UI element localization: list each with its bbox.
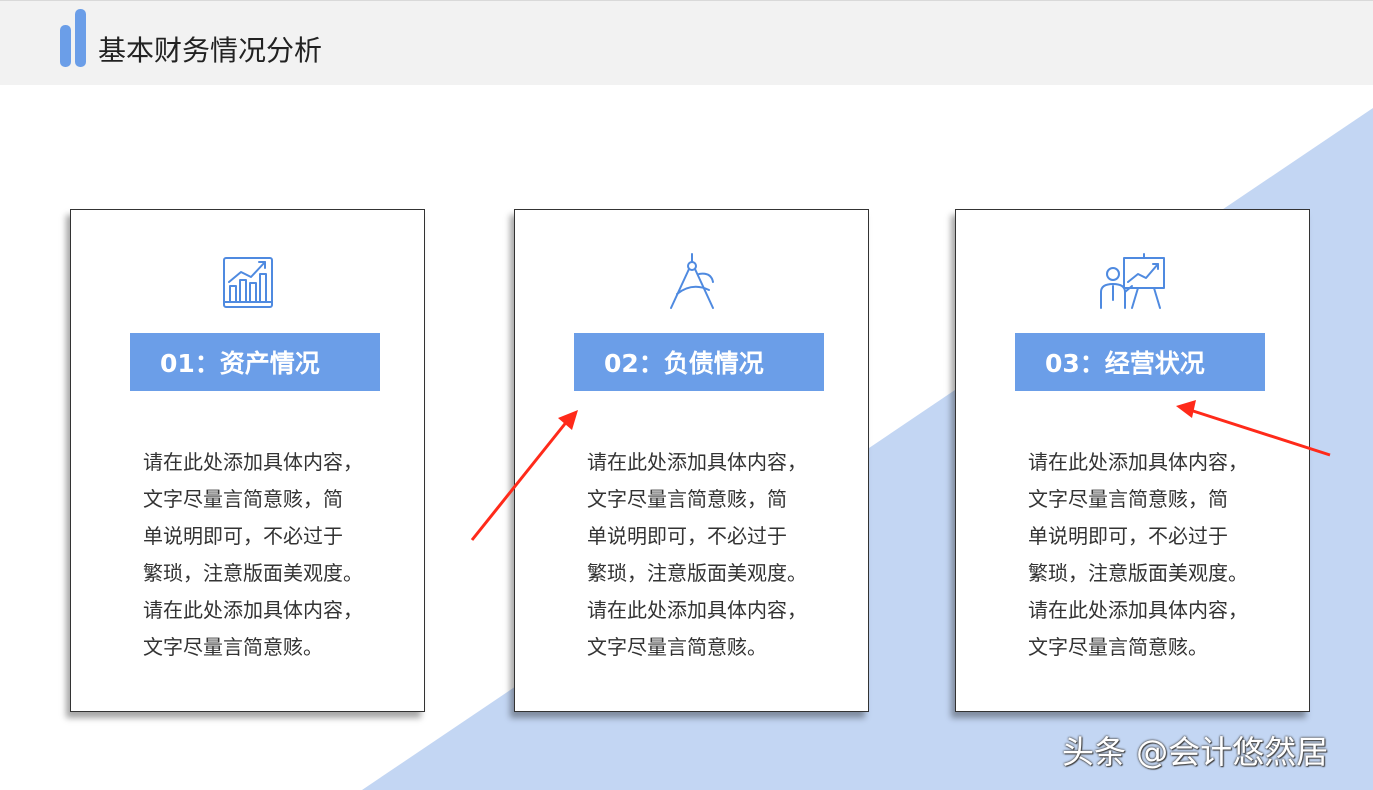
card-icon-wrap: [515, 252, 868, 312]
card-body-line: 请在此处添加具体内容，: [143, 450, 363, 474]
bar-logo-icon: [60, 9, 86, 67]
page-title: 基本财务情况分析: [98, 34, 323, 67]
compass-drawing-icon: [669, 253, 714, 309]
card-tag: 03：经营状况: [1015, 333, 1265, 391]
card-body-line: 请在此处添加具体内容，: [587, 598, 807, 622]
bar-chart-growth-icon: [222, 257, 273, 308]
card-tag: 01：资产情况: [130, 333, 380, 391]
card-body-line: 繁琐，注意版面美观度。: [587, 561, 807, 585]
card-body-line: 单说明即可，不必过于: [587, 524, 787, 548]
card-body-line: 繁琐，注意版面美观度。: [143, 561, 363, 585]
header-bar: 基本财务情况分析: [0, 0, 1373, 85]
card-body-line: 请在此处添加具体内容，: [143, 598, 363, 622]
presenter-board-icon: [1099, 253, 1165, 309]
watermark-text: 头条 @会计悠然居: [1062, 733, 1329, 771]
card-assets: 01：资产情况 请在此处添加具体内容， 文字尽量言简意赅，简 单说明即可，不必过…: [70, 209, 425, 712]
card-icon-wrap: [71, 252, 424, 312]
card-body-line: 文字尽量言简意赅。: [143, 635, 323, 659]
card-operations: 03：经营状况 请在此处添加具体内容， 文字尽量言简意赅，简 单说明即可，不必过…: [955, 209, 1310, 712]
card-icon-wrap: [956, 252, 1309, 312]
card-body: 请在此处添加具体内容， 文字尽量言简意赅，简 单说明即可，不必过于 繁琐，注意版…: [143, 444, 378, 666]
card-body-line: 请在此处添加具体内容，: [587, 450, 807, 474]
card-body-line: 文字尽量言简意赅，简: [1028, 487, 1228, 511]
card-body-line: 文字尽量言简意赅，简: [587, 487, 787, 511]
card-body: 请在此处添加具体内容， 文字尽量言简意赅，简 单说明即可，不必过于 繁琐，注意版…: [1028, 444, 1263, 666]
card-body-line: 单说明即可，不必过于: [143, 524, 343, 548]
card-body: 请在此处添加具体内容， 文字尽量言简意赅，简 单说明即可，不必过于 繁琐，注意版…: [587, 444, 822, 666]
card-liabilities: 02：负债情况 请在此处添加具体内容， 文字尽量言简意赅，简 单说明即可，不必过…: [514, 209, 869, 712]
card-body-line: 单说明即可，不必过于: [1028, 524, 1228, 548]
card-body-line: 请在此处添加具体内容，: [1028, 598, 1248, 622]
card-body-line: 文字尽量言简意赅，简: [143, 487, 343, 511]
card-body-line: 文字尽量言简意赅。: [1028, 635, 1208, 659]
card-body-line: 文字尽量言简意赅。: [587, 635, 767, 659]
card-tag: 02：负债情况: [574, 333, 824, 391]
card-body-line: 请在此处添加具体内容，: [1028, 450, 1248, 474]
slide: 基本财务情况分析 01：资产情况 请在此处添加具体内容， 文字尽量言简意赅，简: [0, 0, 1373, 790]
card-body-line: 繁琐，注意版面美观度。: [1028, 561, 1248, 585]
